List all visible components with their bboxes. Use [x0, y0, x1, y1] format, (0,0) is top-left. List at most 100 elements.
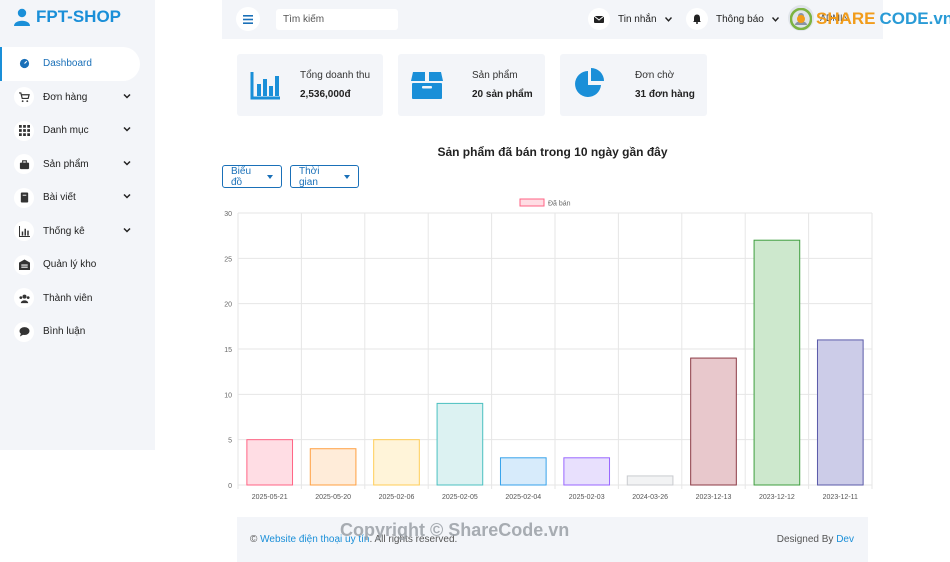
sidebar-item-label: Bài viết [43, 192, 76, 204]
chart-type-dropdown[interactable]: Biểu đồ [222, 165, 282, 188]
legend-swatch [519, 198, 545, 207]
sidebar-item-label: Danh mục [43, 125, 89, 137]
watermark-copyright: Copyright © ShareCode.vn [340, 520, 570, 540]
filler [67, 450, 222, 562]
stat-label: Tổng doanh thu [300, 70, 371, 81]
legend-label: Đã bán [548, 201, 571, 208]
box-icon [411, 72, 443, 99]
y-tick-label: 15 [224, 347, 232, 354]
chart-title: Sản phẩm đã bán trong 10 ngày gần đây [437, 145, 668, 159]
stat-card-pending: Đơn chờ 31 đơn hàng [560, 54, 707, 116]
watermark-logo-prefix: SHARE [816, 9, 876, 28]
envelope-icon [588, 8, 610, 30]
sidebar-item-5[interactable]: Bài viết [0, 181, 155, 215]
y-tick-label: 0 [228, 483, 232, 490]
bar [373, 439, 420, 486]
chevron-down-icon [123, 93, 131, 99]
x-tick-label: 2025-02-04 [505, 494, 541, 501]
menu-toggle-button[interactable] [236, 7, 260, 31]
brand-logo[interactable]: FPT-SHOP [14, 7, 121, 27]
x-tick-label: 2025-05-20 [315, 494, 351, 501]
time-dropdown[interactable]: Thời gian [290, 165, 359, 188]
designer-link[interactable]: Dev [836, 534, 854, 545]
stat-card-products: Sản phẩm 20 sản phẩm [398, 54, 545, 116]
bar [753, 239, 801, 486]
x-tick-label: 2025-02-06 [379, 494, 415, 501]
stat-label: Đơn chờ [635, 70, 675, 81]
bar [499, 457, 547, 486]
watermark-logo-suffix: CODE.vn [879, 9, 950, 28]
sidebar-item-3[interactable]: Danh mục [0, 114, 155, 148]
bar [626, 475, 674, 486]
watermark-logo: SHARE CODE.vn [790, 8, 950, 30]
sidebar-item-label: Sản phẩm [43, 158, 89, 170]
sidebar-item-label: Quản lý kho [43, 259, 97, 271]
search-input[interactable]: Tìm kiếm [276, 9, 398, 30]
stat-value: 20 sản phẩm [472, 89, 533, 100]
y-tick-label: 25 [224, 256, 232, 263]
bar-chart: Đã bán 0 5 10 15 20 25 30 2025-05-21 2025-05-20 20… [224, 198, 873, 501]
grid-icon [14, 120, 34, 141]
chevron-down-icon [771, 16, 779, 22]
sidebar-item-6[interactable]: Thống kê [0, 215, 155, 249]
y-tick-label: 30 [224, 211, 232, 218]
y-tick-label: 10 [224, 392, 232, 399]
chevron-down-icon [123, 227, 131, 233]
stat-value: 2,536,000đ [300, 89, 351, 100]
bar [690, 357, 737, 486]
dropdown-label: Thời gian [299, 165, 320, 188]
footer-designer: Designed By Dev [777, 534, 854, 545]
sidebar-item-label: Thành viên [43, 292, 93, 304]
x-tick-label: 2023-12-13 [696, 494, 732, 501]
comment-icon [14, 321, 34, 342]
cart-icon [14, 87, 34, 108]
bell-icon [686, 8, 708, 30]
warehouse-icon [14, 254, 34, 275]
sidebar-item-7[interactable]: Quản lý kho [0, 248, 155, 282]
sidebar-nav: Dashboard Đơn hàng Danh mục Sản phẩm Bài viế… [0, 47, 155, 349]
sidebar-item-8[interactable]: Thành viên [0, 282, 155, 316]
messages-label: Tin nhắn [618, 13, 657, 25]
chevron-down-icon [664, 16, 672, 22]
caret-down-icon [344, 174, 350, 179]
chart-icon [14, 221, 34, 242]
sidebar-item-label: Dashboard [43, 58, 92, 70]
user-icon [14, 8, 30, 26]
stat-card-revenue: Tổng doanh thu 2,536,000đ [237, 54, 383, 116]
bar [563, 457, 611, 486]
y-tick-label: 20 [224, 302, 232, 309]
dropdown-label: Biểu đồ [231, 165, 252, 188]
copyright-symbol: © [250, 534, 258, 545]
x-tick-label: 2025-05-21 [252, 494, 288, 501]
x-tick-label: 2024-03-26 [632, 494, 668, 501]
brand-name: FPT-SHOP [36, 7, 122, 26]
sidebar: FPT-SHOP Dashboard Đơn hàng Danh mục Sản ph… [0, 0, 155, 450]
sidebar-item-label: Bình luận [43, 326, 86, 338]
sidebar-item-9[interactable]: Bình luận [0, 315, 155, 349]
sidebar-item-label: Đơn hàng [43, 91, 88, 103]
chevron-down-icon [123, 126, 131, 132]
sidebar-item-1[interactable]: Dashboard [0, 47, 140, 81]
bar [816, 339, 864, 486]
topbar: Tìm kiếm Tin nhắn Thông báo ADMIN [222, 0, 883, 39]
x-tick-label: 2025-02-03 [569, 494, 605, 501]
y-tick-label: 5 [228, 438, 232, 445]
bag-icon [14, 154, 34, 175]
dashboard-icon [14, 53, 34, 74]
users-icon [14, 288, 34, 309]
designed-by-label: Designed By [776, 534, 834, 545]
hamburger-icon [243, 14, 253, 24]
caret-down-icon [267, 174, 273, 179]
chevron-down-icon [123, 193, 131, 199]
stat-value: 31 đơn hàng [635, 89, 695, 100]
bar [309, 448, 357, 486]
sidebar-item-label: Thống kê [43, 225, 85, 237]
sidebar-item-2[interactable]: Đơn hàng [0, 81, 155, 115]
x-tick-label: 2023-12-12 [759, 494, 795, 501]
notifications-dropdown[interactable]: Thông báo [686, 8, 779, 30]
sidebar-item-4[interactable]: Sản phẩm [0, 148, 155, 182]
main-content: Tìm kiếm Tin nhắn Thông báo ADMIN Tổng d… [222, 0, 883, 562]
messages-dropdown[interactable]: Tin nhắn [588, 8, 672, 30]
x-tick-label: 2023-12-11 [823, 494, 858, 501]
bar-chart-icon [250, 72, 280, 100]
